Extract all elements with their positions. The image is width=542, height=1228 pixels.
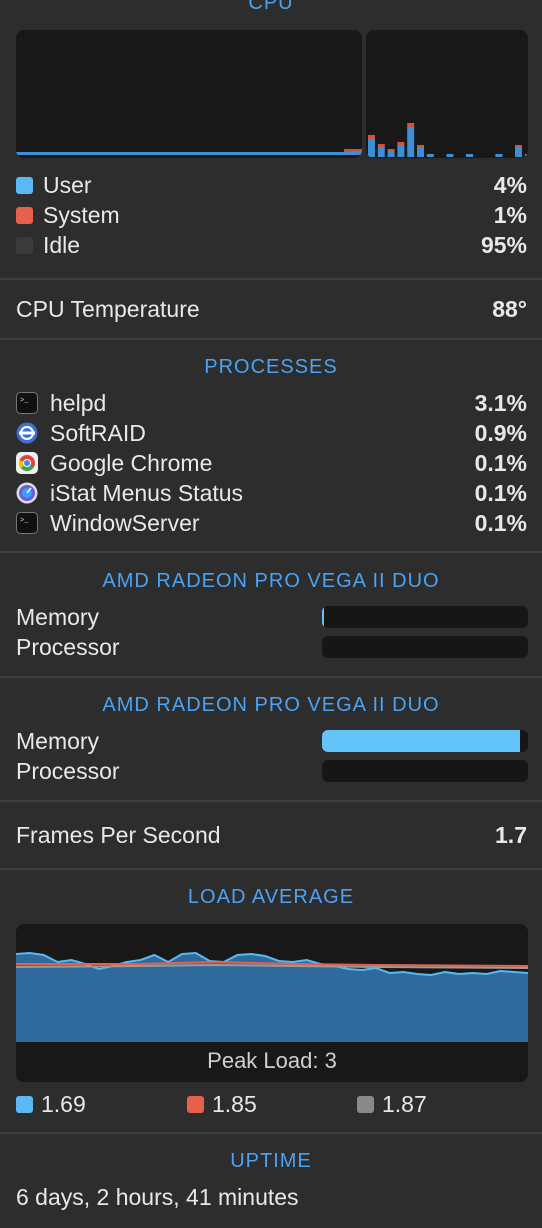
load-average-graph: Peak Load: 3 <box>16 924 528 1082</box>
core-system-bar <box>407 123 415 127</box>
cpu-legend-user: User 4% <box>16 170 527 200</box>
fps-label: Frames Per Second <box>16 821 221 848</box>
cpu-legend-idle: Idle 95% <box>16 230 527 260</box>
cpu-idle-value: 95% <box>480 231 527 258</box>
cpu-system-label: System <box>43 201 120 228</box>
uptime-row: 6 days, 2 hours, 41 minutes <box>16 1182 527 1212</box>
process-name: helpd <box>50 389 107 416</box>
cpu-temperature-value: 88° <box>492 295 527 322</box>
process-row[interactable]: >_ helpd 3.1% <box>16 388 527 418</box>
core-user-bar <box>377 147 385 157</box>
gpu1-header: AMD RADEON PRO VEGA II DUO <box>102 570 440 592</box>
gpu2-processor-bar <box>322 760 528 782</box>
istat-icon <box>16 482 38 504</box>
cpu-legend-system: System 1% <box>16 200 527 230</box>
gpu1-memory-bar <box>322 606 528 628</box>
process-value: 3.1% <box>474 389 527 416</box>
gpu2-processor-label: Processor <box>16 757 120 784</box>
gpu1-processor-bar <box>322 636 528 658</box>
divider <box>0 800 542 802</box>
gpu1-memory-fill <box>322 606 324 628</box>
process-row[interactable]: iStat Menus Status 0.1% <box>16 478 527 508</box>
core-user-bar <box>417 147 424 157</box>
load-5min-swatch <box>187 1095 204 1113</box>
svg-text:>_: >_ <box>20 397 29 405</box>
divider <box>0 338 542 340</box>
uptime-value: 6 days, 2 hours, 41 minutes <box>16 1183 299 1210</box>
idle-swatch <box>16 236 33 254</box>
divider <box>0 1132 542 1134</box>
terminal-icon: >_ <box>16 512 38 534</box>
load-15min: 1.87 <box>357 1089 517 1119</box>
core-system-bar <box>417 145 424 147</box>
core-user-bar <box>387 151 395 157</box>
process-row[interactable]: >_ WindowServer 0.1% <box>16 508 527 538</box>
core-user-bar <box>515 147 522 157</box>
svg-text:>_: >_ <box>20 517 29 525</box>
core-user-bar <box>495 154 503 157</box>
core-user-bar <box>407 127 415 157</box>
process-value: 0.9% <box>474 419 527 446</box>
core-system-bar <box>515 145 522 147</box>
system-swatch <box>16 206 33 224</box>
gpu1-memory-label: Memory <box>16 603 100 630</box>
process-name: WindowServer <box>50 509 200 536</box>
cpu-system-value: 1% <box>493 201 527 228</box>
gpu2-memory-bar <box>322 730 528 752</box>
process-row[interactable]: SoftRAID 0.9% <box>16 418 527 448</box>
process-name: Google Chrome <box>50 449 213 476</box>
gpu2-memory-fill <box>322 730 520 752</box>
processes-header: PROCESSES <box>204 356 338 378</box>
cpu-temperature-label: CPU Temperature <box>16 295 200 322</box>
load-5min: 1.85 <box>187 1089 347 1119</box>
uptime-header: UPTIME <box>230 1150 312 1172</box>
process-row[interactable]: Google Chrome 0.1% <box>16 448 527 478</box>
load-1min-swatch <box>16 1095 33 1113</box>
load-header: LOAD AVERAGE <box>187 886 355 908</box>
gpu2-memory-label: Memory <box>16 727 100 754</box>
process-value: 0.1% <box>474 479 527 506</box>
core-user-bar <box>524 154 528 157</box>
softraid-icon <box>16 422 38 444</box>
cpu-idle-label: Idle <box>43 231 81 258</box>
cpu-history-graph <box>16 30 362 158</box>
divider <box>0 551 542 553</box>
core-system-bar <box>377 144 385 147</box>
cpu-header: CPU <box>248 0 294 14</box>
load-5min-value: 1.85 <box>212 1090 257 1117</box>
core-user-bar <box>446 154 454 157</box>
core-user-bar <box>397 145 405 157</box>
load-1min: 1.69 <box>16 1089 186 1119</box>
process-value: 0.1% <box>474 509 527 536</box>
chrome-icon <box>16 452 38 474</box>
fps-row: Frames Per Second 1.7 <box>16 820 527 850</box>
peak-load-label: Peak Load: 3 <box>207 1048 337 1073</box>
process-value: 0.1% <box>474 449 527 476</box>
core-system-bar <box>397 142 405 145</box>
divider <box>0 278 542 280</box>
core-system-bar <box>368 135 375 139</box>
load-15min-swatch <box>357 1095 374 1113</box>
fps-value: 1.7 <box>495 821 527 848</box>
core-user-bar <box>426 154 434 157</box>
load-15min-value: 1.87 <box>382 1090 427 1117</box>
process-name: iStat Menus Status <box>50 479 244 506</box>
core-system-bar <box>387 149 395 151</box>
divider <box>0 868 542 870</box>
core-user-bar <box>466 154 473 157</box>
gpu1-processor-label: Processor <box>16 633 120 660</box>
cpu-cores-graph <box>366 30 528 158</box>
core-user-bar <box>368 139 375 157</box>
cpu-user-label: User <box>43 171 92 198</box>
cpu-temperature-row: CPU Temperature 88° <box>16 294 527 324</box>
user-swatch <box>16 176 33 194</box>
divider <box>0 676 542 678</box>
terminal-icon: >_ <box>16 392 38 414</box>
cpu-user-value: 4% <box>493 171 527 198</box>
load-1min-value: 1.69 <box>41 1090 86 1117</box>
process-name: SoftRAID <box>50 419 146 446</box>
gpu2-header: AMD RADEON PRO VEGA II DUO <box>102 694 440 716</box>
